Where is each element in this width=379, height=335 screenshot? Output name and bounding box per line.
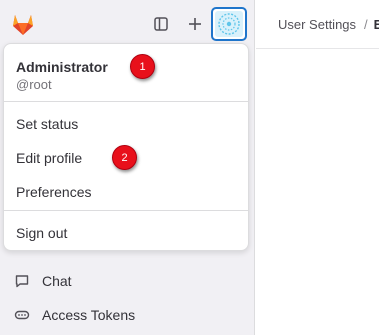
sidebar-item-label: Chat <box>42 273 72 289</box>
user-avatar-button[interactable] <box>211 7 247 41</box>
breadcrumb-current: E <box>373 17 379 32</box>
breadcrumb-separator: / <box>364 17 368 32</box>
sidebar-item-chat[interactable]: Chat <box>13 269 72 293</box>
avatar-icon <box>215 11 243 37</box>
breadcrumb-parent-link[interactable]: User Settings <box>278 17 356 32</box>
annotation-marker-1: 1 <box>130 54 155 79</box>
sidebar-toggle-button[interactable] <box>147 10 175 38</box>
plus-icon <box>187 16 203 32</box>
header-divider <box>256 48 379 49</box>
sidebar-toggle-icon <box>153 16 169 32</box>
token-icon <box>13 306 31 324</box>
chat-icon <box>13 272 31 290</box>
preferences-item[interactable]: Preferences <box>16 184 91 200</box>
main-content: User Settings / E <box>256 0 379 335</box>
create-new-button[interactable] <box>181 10 209 38</box>
menu-divider <box>4 101 248 102</box>
user-username: @root <box>16 77 52 92</box>
edit-profile-item[interactable]: Edit profile <box>16 150 82 166</box>
annotation-marker-2: 2 <box>112 145 137 170</box>
sidebar-item-access-tokens[interactable]: Access Tokens <box>13 303 135 327</box>
set-status-item[interactable]: Set status <box>16 116 78 132</box>
breadcrumb: User Settings / E <box>278 17 379 32</box>
gitlab-logo-icon[interactable] <box>9 10 37 38</box>
menu-divider <box>4 210 248 211</box>
user-name[interactable]: Administrator <box>16 59 108 75</box>
sidebar-item-label: Access Tokens <box>42 307 136 323</box>
sign-out-item[interactable]: Sign out <box>16 225 67 241</box>
